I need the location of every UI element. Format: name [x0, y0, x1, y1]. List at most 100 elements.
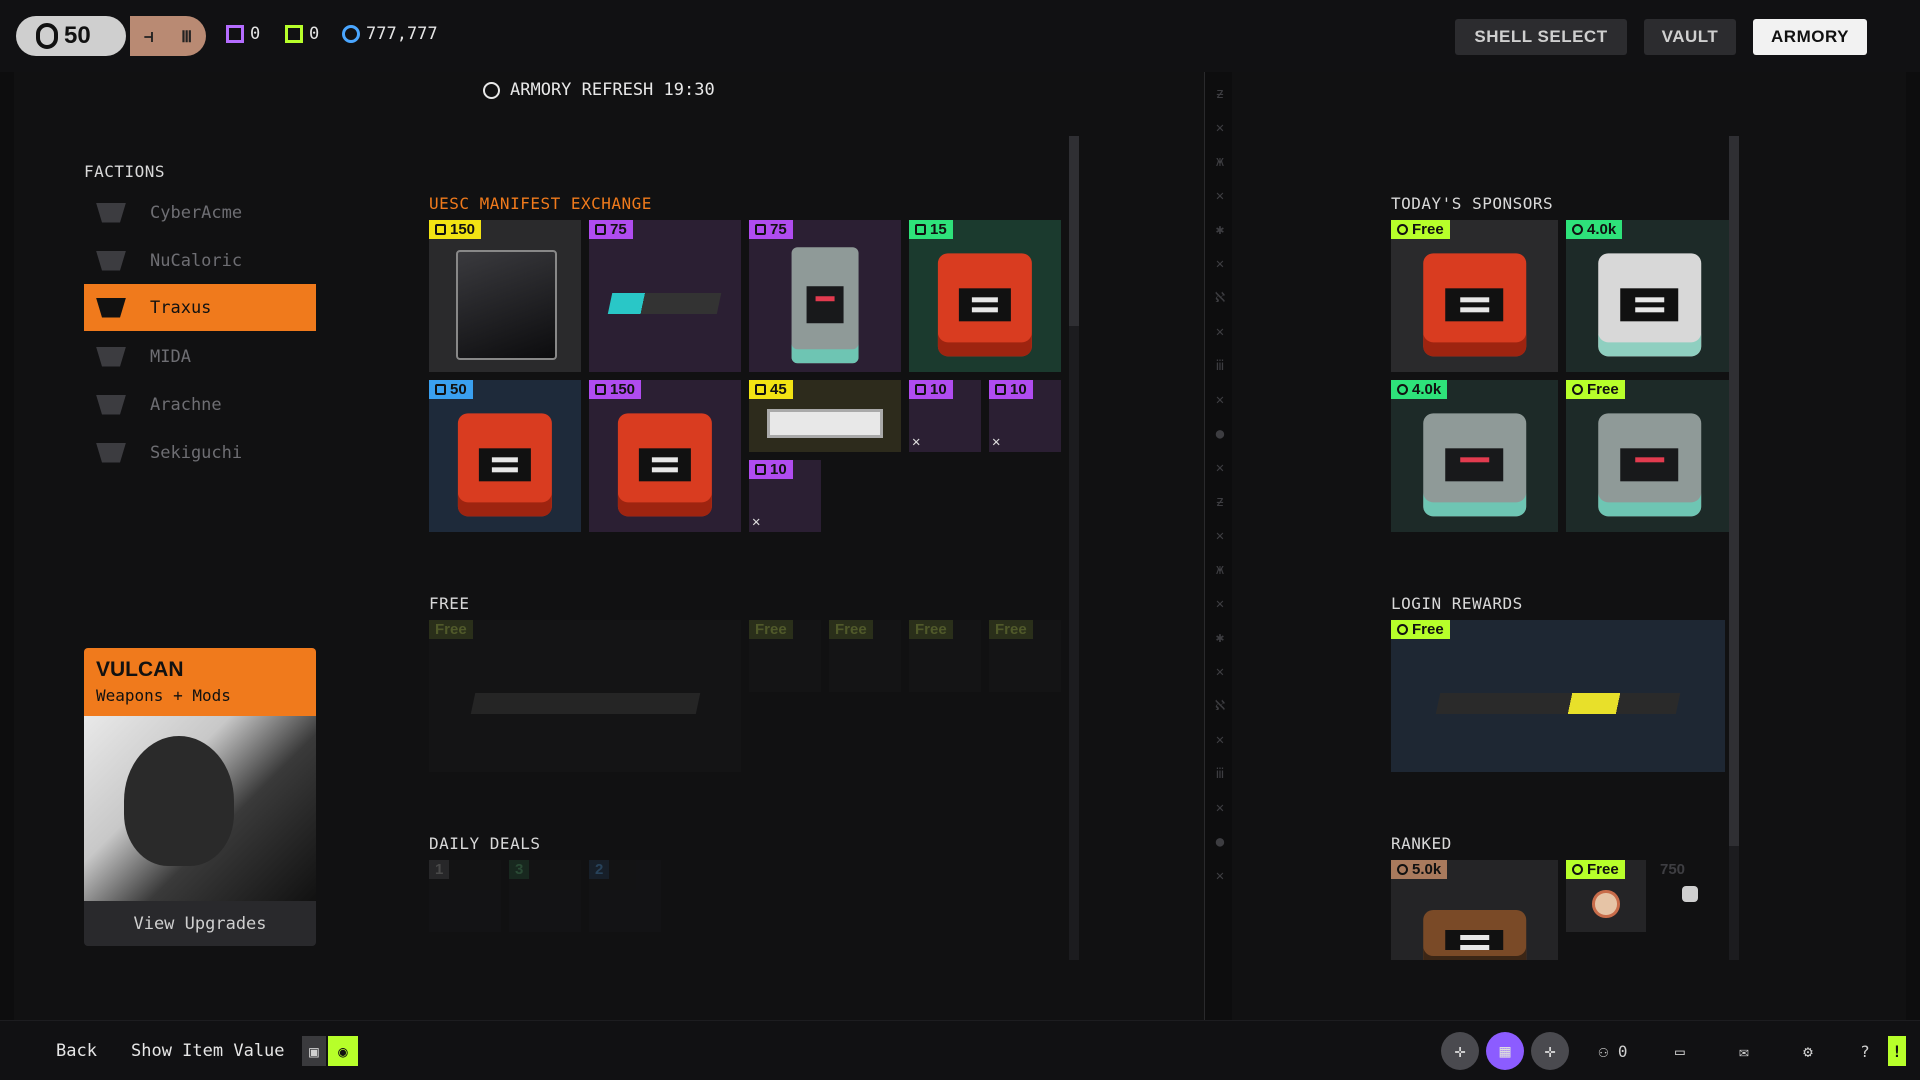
- settings-gear-icon[interactable]: ⚙: [1788, 1036, 1828, 1066]
- faction-arachne[interactable]: Arachne: [84, 381, 316, 428]
- rank-icon: Ⅲ: [181, 26, 193, 46]
- currency-purple: 0: [226, 24, 260, 44]
- ranked-item-locked[interactable]: 750: [1654, 860, 1726, 932]
- toggle-key-icon[interactable]: ▣: [302, 1036, 326, 1066]
- cyberacme-icon: [96, 202, 126, 223]
- runner-icon: [36, 23, 58, 49]
- faction-cyberacme[interactable]: CyberAcme: [84, 189, 316, 236]
- back-button[interactable]: Back: [56, 1041, 97, 1061]
- player-avatar[interactable]: ▦: [1486, 1032, 1524, 1070]
- armory-refresh: ARMORY REFRESH 19:30: [483, 80, 715, 100]
- currency-blue: 777,777: [342, 24, 438, 44]
- target-icon: [1592, 890, 1620, 918]
- close-icon: ✕: [992, 434, 1001, 450]
- alert-icon[interactable]: !: [1888, 1036, 1906, 1066]
- nav-vault[interactable]: VAULT: [1644, 19, 1736, 55]
- divider: [1204, 72, 1205, 1020]
- exchange-item-mod[interactable]: 10 ✕: [989, 380, 1061, 452]
- help-button[interactable]: ?: [1850, 1036, 1880, 1066]
- lock-icon: [1682, 885, 1698, 902]
- login-rewards-title: LOGIN REWARDS: [1391, 594, 1523, 613]
- exchange-item-crate[interactable]: 50: [429, 380, 581, 532]
- ranked-item[interactable]: 5.0k: [1391, 860, 1558, 960]
- sponsor-item[interactable]: Free: [1566, 380, 1733, 532]
- exchange-item-plate[interactable]: 45: [749, 380, 901, 452]
- ranked-item[interactable]: Free: [1566, 860, 1646, 932]
- party-slot-button[interactable]: ✛: [1441, 1032, 1479, 1070]
- traxus-crate-icon: [1422, 253, 1527, 357]
- cube-icon: [456, 250, 557, 360]
- exchange-item-mod[interactable]: 10 ✕: [749, 460, 821, 532]
- daily-deal-item[interactable]: 2: [589, 860, 661, 932]
- sponsor-item[interactable]: 4.0k: [1391, 380, 1558, 532]
- faction-traxus[interactable]: Traxus: [84, 284, 316, 331]
- level-badge[interactable]: 50: [16, 16, 126, 56]
- stack-icon: [285, 25, 303, 43]
- backpack-icon: [791, 247, 859, 363]
- arachne-icon: [96, 394, 126, 415]
- sponsors-title: TODAY'S SPONSORS: [1391, 194, 1554, 213]
- free-item[interactable]: Free: [989, 620, 1061, 692]
- item-value-toggle[interactable]: ◉: [328, 1036, 358, 1066]
- weapon-icon: [470, 692, 700, 715]
- traxus-crate-icon: [457, 413, 553, 517]
- party-slot-button[interactable]: ✛: [1531, 1032, 1569, 1070]
- close-icon: ✕: [752, 514, 761, 530]
- right-scrollbar[interactable]: [1729, 136, 1739, 960]
- daily-deal-item[interactable]: 1: [429, 860, 501, 932]
- traxus-icon: [96, 297, 126, 318]
- currency-green: 0: [285, 24, 319, 44]
- traxus-crate-icon: [937, 253, 1033, 357]
- sponsor-item[interactable]: 4.0k: [1566, 220, 1733, 372]
- exchange-item-weapon[interactable]: 75: [589, 220, 741, 372]
- free-title: FREE: [429, 594, 470, 613]
- nav-armory[interactable]: ARMORY: [1753, 19, 1867, 55]
- exchange-item-mod[interactable]: 10 ✕: [909, 380, 981, 452]
- faction-mida[interactable]: MIDA: [84, 333, 316, 380]
- upgrade-card-header: VULCAN Weapons + Mods: [84, 648, 316, 716]
- clock-icon: [483, 81, 500, 99]
- sponsor-item[interactable]: Free: [1391, 220, 1558, 372]
- upgrade-card[interactable]: VULCAN Weapons + Mods View Upgrades: [84, 648, 316, 946]
- chat-icon[interactable]: ▭: [1660, 1036, 1700, 1066]
- left-scrollbar[interactable]: [1069, 136, 1079, 960]
- faction-nucaloric[interactable]: NuCaloric: [84, 237, 316, 284]
- coin-icon: [342, 25, 360, 43]
- exchange-item-crate[interactable]: 150: [589, 380, 741, 532]
- faction-rank-badge[interactable]: ⊣ Ⅲ: [130, 16, 206, 56]
- friends-button[interactable]: ⚇ 0: [1590, 1036, 1636, 1066]
- smg-icon: [1435, 692, 1681, 715]
- daily-deal-item[interactable]: 3: [509, 860, 581, 932]
- traxus-crate-icon: [617, 413, 713, 517]
- mail-icon[interactable]: ✉: [1724, 1036, 1764, 1066]
- vulcan-portrait: [84, 716, 316, 901]
- friends-icon: ⚇: [1598, 1041, 1609, 1061]
- ranked-title: RANKED: [1391, 834, 1452, 853]
- factions-title: FACTIONS: [84, 162, 166, 181]
- free-item[interactable]: Free: [909, 620, 981, 692]
- daily-deals-title: DAILY DEALS: [429, 834, 541, 853]
- show-item-value-label: Show Item Value: [131, 1041, 285, 1061]
- bronze-crate-icon: [1422, 910, 1527, 960]
- free-item[interactable]: Free: [749, 620, 821, 692]
- nucaloric-icon: [96, 250, 126, 271]
- rifle-icon: [608, 292, 722, 315]
- spo-crate-icon: [1597, 413, 1702, 517]
- faction-sekiguchi[interactable]: Sekiguchi: [84, 429, 316, 476]
- nav-shell-select[interactable]: SHELL SELECT: [1455, 19, 1627, 55]
- login-reward-item[interactable]: Free: [1391, 620, 1725, 772]
- view-upgrades-button[interactable]: View Upgrades: [84, 901, 316, 946]
- exchange-item-crate[interactable]: 15: [909, 220, 1061, 372]
- exchange-title: UESC MANIFEST EXCHANGE: [429, 194, 652, 213]
- exchange-item-cube[interactable]: 150: [429, 220, 581, 372]
- side-rail: ƶ ✕ ж ✕ ✱ ✕ ℵ ✕ ⅲ ✕ ● ✕ ƶ ✕ ж ✕ ✱ ✕ ℵ ✕ ⅲ ✕ ● ✕: [1214, 86, 1226, 884]
- sponsor-crate-icon: [1597, 253, 1702, 357]
- exchange-item-backpack[interactable]: 75: [749, 220, 901, 372]
- spo-crate-icon: [1422, 413, 1527, 517]
- credit-icon: [226, 25, 244, 43]
- plate-icon: [767, 408, 883, 438]
- free-item-weapon[interactable]: Free: [429, 620, 741, 772]
- close-icon: ✕: [912, 434, 921, 450]
- sekiguchi-icon: [96, 442, 126, 463]
- free-item[interactable]: Free: [829, 620, 901, 692]
